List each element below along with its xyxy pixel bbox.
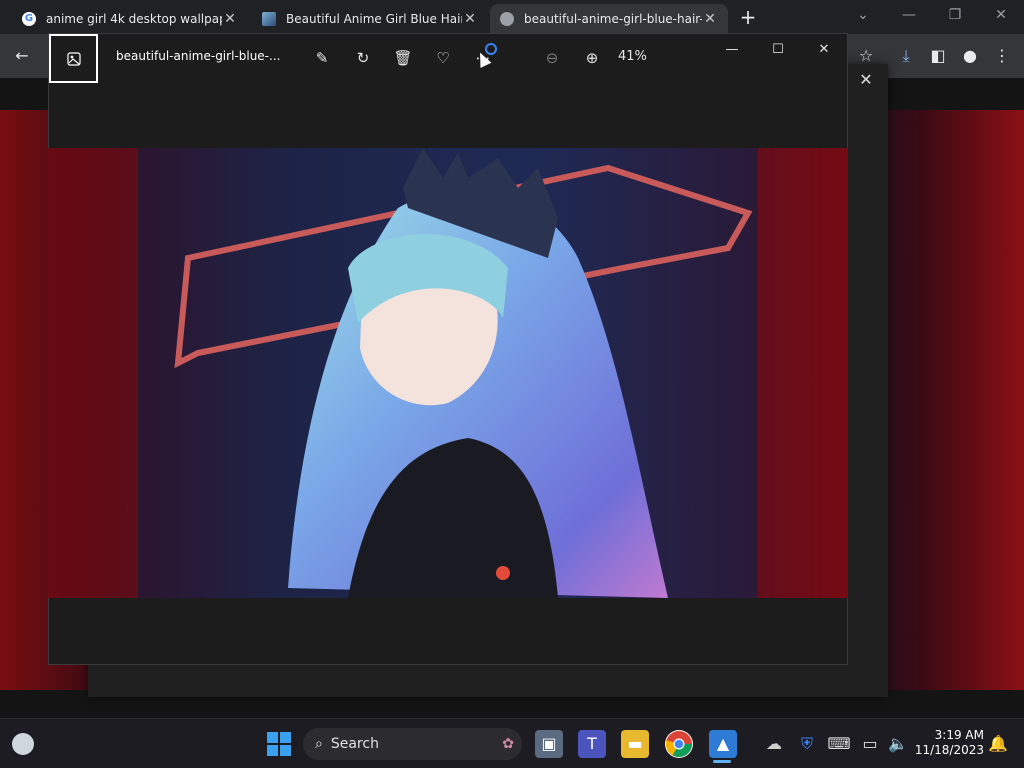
delete-icon[interactable]: 🗑 <box>391 46 415 70</box>
minimize-window-button[interactable]: — <box>889 4 929 26</box>
volume-muted-icon[interactable]: 🔈 <box>884 730 912 758</box>
tab-close-icon[interactable]: ✕ <box>462 11 478 27</box>
photo-illustration <box>48 148 848 598</box>
viewer-minimize-button[interactable]: — <box>720 40 744 60</box>
system-clock[interactable]: 3:19 AM 11/18/2023 <box>914 728 984 758</box>
network-icon[interactable]: ▭ <box>856 730 884 758</box>
teams-icon[interactable]: T <box>578 730 606 758</box>
tab-close-icon[interactable]: ✕ <box>222 11 238 27</box>
download-icon[interactable]: ⤓ <box>894 44 918 68</box>
tab-google-search[interactable]: G anime girl 4k desktop wallpaper ✕ <box>12 4 248 34</box>
active-app-indicator <box>713 760 731 763</box>
tab-image-active[interactable]: beautiful-anime-girl-blue-hair-h ✕ <box>490 4 728 34</box>
clock-time: 3:19 AM <box>934 728 984 742</box>
viewer-close-button[interactable]: ✕ <box>812 40 836 60</box>
close-window-button[interactable]: ✕ <box>981 4 1021 26</box>
dialog-close-icon[interactable]: ✕ <box>856 70 876 90</box>
back-arrow-icon[interactable]: ← <box>10 44 34 68</box>
photos-app-icon[interactable]: ▲ <box>709 730 737 758</box>
tab-title: Beautiful Anime Girl Blue Hair W <box>286 12 462 26</box>
menu-kebab-icon[interactable]: ⋮ <box>990 44 1014 68</box>
keyboard-icon[interactable]: ⌨ <box>825 730 853 758</box>
tab-close-icon[interactable]: ✕ <box>702 11 718 27</box>
globe-icon <box>500 12 514 26</box>
onedrive-icon[interactable]: ☁ <box>760 730 788 758</box>
zoom-in-icon[interactable]: ⊕ <box>580 46 604 70</box>
windows-start-icon[interactable] <box>266 731 292 757</box>
edit-icon[interactable]: ✎ <box>310 46 334 70</box>
taskbar-search-box[interactable]: ⌕ Search ✿ <box>303 728 522 760</box>
search-icon: ⌕ <box>315 736 323 752</box>
new-tab-button[interactable]: + <box>737 6 759 28</box>
image-icon <box>66 51 81 66</box>
clock-date: 11/18/2023 <box>914 743 984 757</box>
site-favicon-icon <box>262 12 276 26</box>
task-view-icon[interactable]: ▣ <box>535 730 563 758</box>
security-shield-icon[interactable]: ⛨ <box>793 730 821 758</box>
weather-icon[interactable] <box>12 733 34 755</box>
zoom-level[interactable]: 41% <box>618 49 647 64</box>
anime-girl-photo[interactable] <box>48 148 848 598</box>
search-label: Search <box>330 736 379 752</box>
file-explorer-icon[interactable]: ▬ <box>621 730 649 758</box>
notification-bell-icon[interactable]: 🔔 <box>984 730 1012 758</box>
google-icon: G <box>22 12 36 26</box>
zoom-out-icon[interactable]: ⊖ <box>540 46 564 70</box>
restore-window-button[interactable]: ❐ <box>935 4 975 26</box>
tab-title: anime girl 4k desktop wallpaper <box>46 12 222 26</box>
viewer-maximize-button[interactable]: ☐ <box>766 40 790 60</box>
gallery-thumbnail-button[interactable] <box>49 34 98 83</box>
rotate-icon[interactable]: ↻ <box>351 46 375 70</box>
favorite-icon[interactable]: ♡ <box>431 46 455 70</box>
tab-title: beautiful-anime-girl-blue-hair-h <box>524 12 702 26</box>
tab-search-dropdown-icon[interactable]: ⌄ <box>843 4 883 26</box>
profile-avatar-icon[interactable]: ● <box>958 44 982 68</box>
chrome-icon[interactable] <box>665 730 693 758</box>
search-highlight-icon: ✿ <box>502 736 514 752</box>
file-name: beautiful-anime-girl-blue-... <box>116 49 281 63</box>
side-panel-icon[interactable]: ◧ <box>926 44 950 68</box>
tab-wallpaper-page[interactable]: Beautiful Anime Girl Blue Hair W ✕ <box>252 4 488 34</box>
